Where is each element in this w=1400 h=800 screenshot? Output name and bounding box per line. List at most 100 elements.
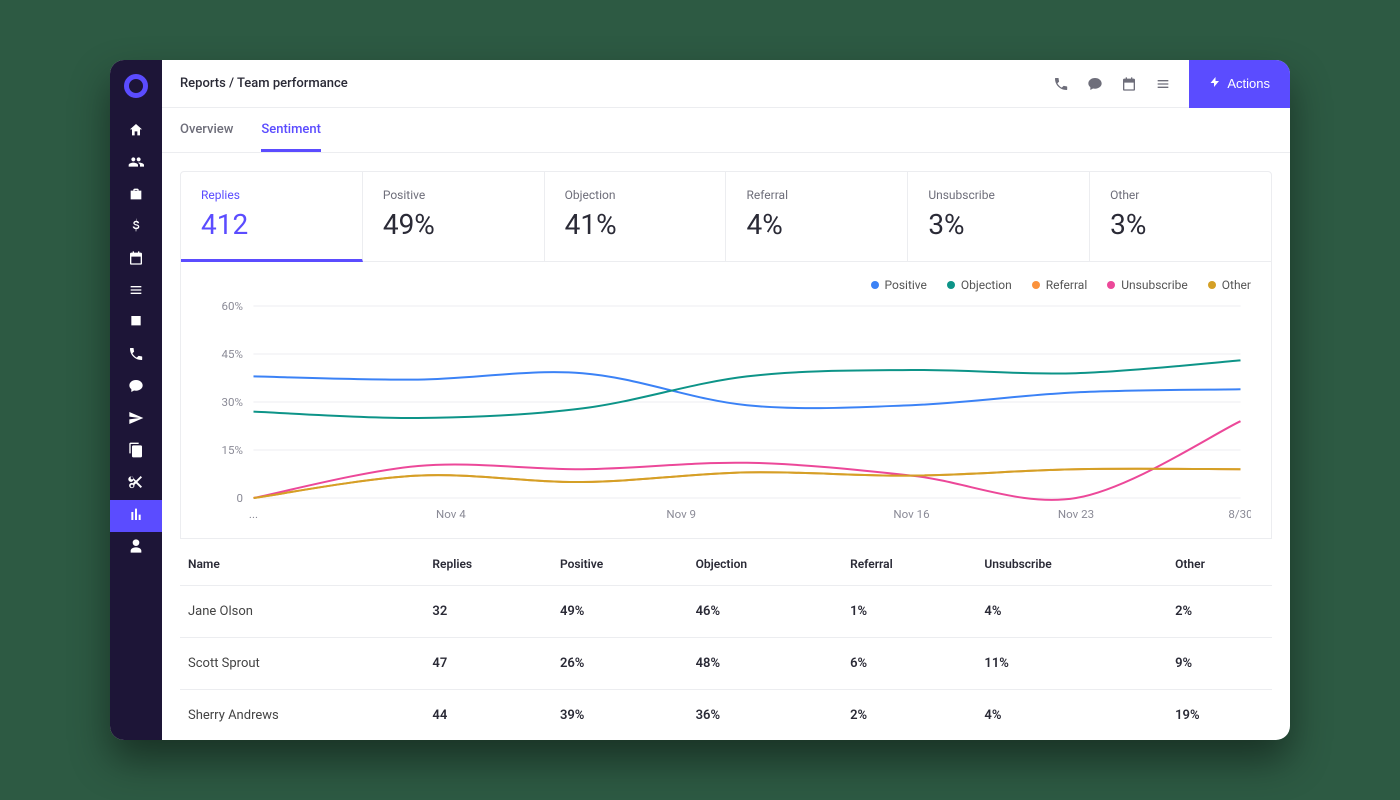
table-row[interactable]: Sherry Andrews4439%36%2%4%19% [180,690,1272,741]
scissors-icon [128,474,144,494]
topbar-icons [1053,76,1171,92]
stat-unsubscribe[interactable]: Unsubscribe3% [908,172,1090,261]
nav-download[interactable] [110,308,162,340]
table-header: Unsubscribe [976,539,1167,586]
nav-scissors[interactable] [110,468,162,500]
topbar-list-icon[interactable] [1155,76,1171,92]
table-row[interactable]: Jane Olson3249%46%1%4%2% [180,586,1272,638]
legend-dot [1032,281,1040,289]
nav-briefcase[interactable] [110,180,162,212]
stat-value: 3% [928,208,1069,241]
topbar: Reports / Team performance Actions [162,60,1290,108]
table-cell: 32 [424,586,552,638]
table-cell: 1% [842,586,976,638]
table-cell: 47 [424,638,552,690]
svg-text:...: ... [249,508,258,521]
stat-referral[interactable]: Referral4% [726,172,908,261]
legend-item-other[interactable]: Other [1208,278,1251,292]
stat-value: 41% [565,208,706,241]
table-cell: Sherry Andrews [180,690,424,741]
table-row[interactable]: Scott Sprout4726%48%6%11%9% [180,638,1272,690]
table-header: Name [180,539,424,586]
topbar-chat-icon[interactable] [1087,76,1103,92]
nav-calendar[interactable] [110,244,162,276]
legend-item-objection[interactable]: Objection [947,278,1012,292]
legend-dot [1208,281,1216,289]
legend-label: Unsubscribe [1121,278,1188,292]
dollar-icon [128,218,144,238]
legend-dot [1107,281,1115,289]
lightning-icon [1209,76,1221,91]
table-cell: 44 [424,690,552,741]
actions-label: Actions [1227,76,1270,91]
actions-button[interactable]: Actions [1189,60,1290,108]
svg-text:8/30: 8/30 [1228,508,1251,521]
nav-user[interactable] [110,532,162,564]
legend-dot [871,281,879,289]
nav-list[interactable] [110,276,162,308]
download-icon [128,314,144,334]
table-header: Objection [688,539,842,586]
table-header: Positive [552,539,688,586]
phone-icon [128,346,144,366]
table-cell: 49% [552,586,688,638]
nav-send[interactable] [110,404,162,436]
table-cell: 19% [1167,690,1272,741]
chart-legend: Positive Objection Referral Unsubscribe Othe… [201,278,1251,292]
table-cell: Jane Olson [180,586,424,638]
nav-home[interactable] [110,116,162,148]
stat-value: 3% [1110,208,1251,241]
sidebar [110,60,162,740]
send-icon [128,410,144,430]
stat-cards: Replies412Positive49% Objection 41% Referra… [180,171,1272,262]
nav-chat[interactable] [110,372,162,404]
legend-item-unsubscribe[interactable]: Unsubscribe [1107,278,1188,292]
bar-chart-icon [128,506,144,526]
stat-positive[interactable]: Positive49% [363,172,545,261]
stat-other[interactable]: Other3% [1090,172,1271,261]
svg-text:15%: 15% [222,444,243,457]
nav-bar-chart[interactable] [110,500,162,532]
list-icon [128,282,144,302]
content: Replies412Positive49%Objection41%Referra… [162,153,1290,740]
stat-label: Replies [201,188,342,202]
team-table: NameRepliesPositiveObjectionReferralUnsu… [180,539,1272,740]
svg-text:0: 0 [237,492,243,505]
topbar-calendar-icon[interactable] [1121,76,1137,92]
stat-objection[interactable]: Objection 41% [545,172,727,261]
series-unsubscribe [254,421,1241,500]
svg-text:Nov 4: Nov 4 [436,508,466,521]
series-positive [254,372,1241,408]
briefcase-icon [128,186,144,206]
user-icon [128,538,144,558]
sentiment-line-chart: 015%30%45%60%...Nov 4Nov 9Nov 16Nov 238/… [201,296,1251,526]
table-cell: 2% [1167,586,1272,638]
stat-label: Positive [383,188,524,202]
legend-item-referral[interactable]: Referral [1032,278,1088,292]
stat-replies[interactable]: Replies412 [181,172,363,262]
legend-label: Other [1222,278,1251,292]
legend-item-positive[interactable]: Positive [871,278,927,292]
stat-value: 4% [746,208,887,241]
tab-overview[interactable]: Overview [180,108,233,152]
table-cell: 46% [688,586,842,638]
nav-phone[interactable] [110,340,162,372]
svg-text:45%: 45% [222,348,243,361]
nav-dollar[interactable] [110,212,162,244]
users-icon [128,154,144,174]
table-cell: 11% [976,638,1167,690]
svg-text:60%: 60% [222,300,243,313]
table-cell: 6% [842,638,976,690]
nav-users[interactable] [110,148,162,180]
tab-sentiment[interactable]: Sentiment [261,108,321,152]
svg-text:Nov 23: Nov 23 [1058,508,1094,521]
nav-copy[interactable] [110,436,162,468]
series-objection [254,360,1241,418]
table-header: Referral [842,539,976,586]
table-cell: Scott Sprout [180,638,424,690]
topbar-phone-icon[interactable] [1053,76,1069,92]
stat-label: Objection [565,188,706,202]
svg-text:Nov 16: Nov 16 [893,508,929,521]
table-cell: 36% [688,690,842,741]
app-logo [124,74,148,98]
